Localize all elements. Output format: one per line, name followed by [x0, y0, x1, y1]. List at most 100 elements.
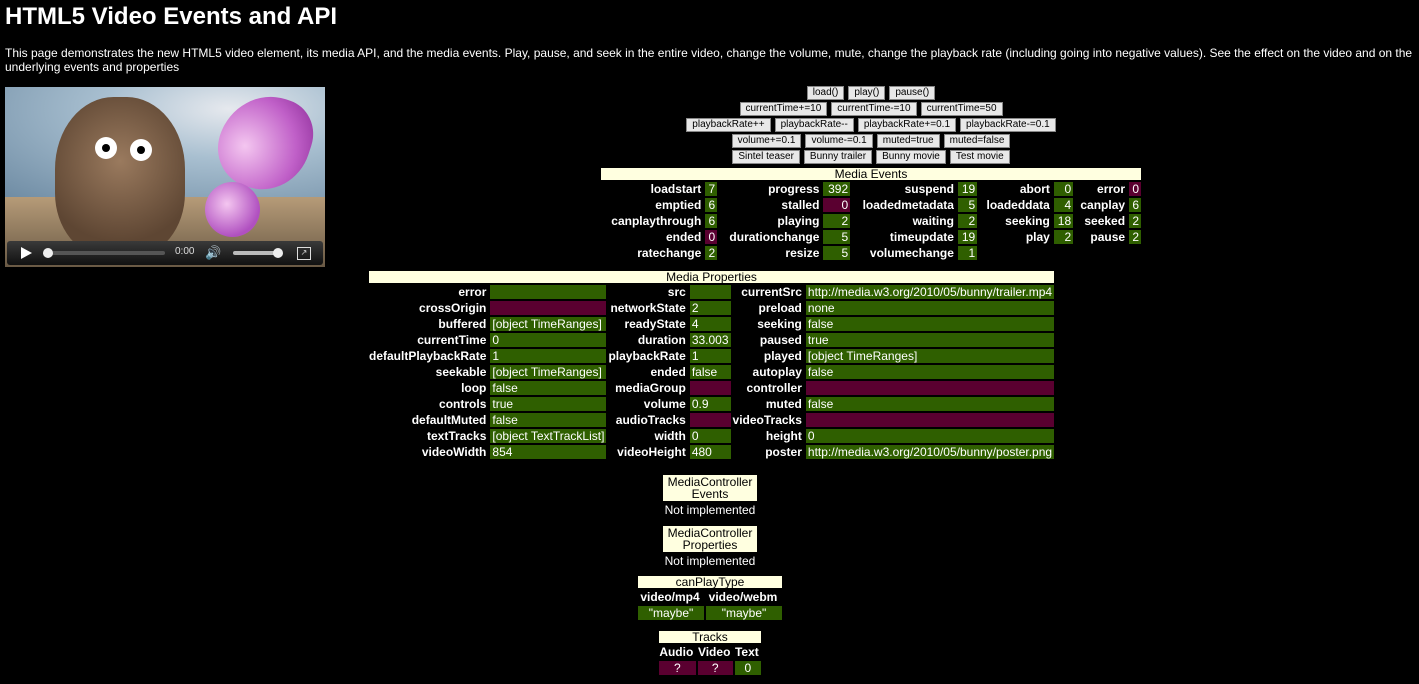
- playbackrate-button[interactable]: playbackRate++: [686, 118, 771, 132]
- property-value-texttracks: [object TextTrackList]: [490, 429, 607, 443]
- property-label-controls: controls: [439, 397, 487, 411]
- currenttime-50-button[interactable]: currentTime=50: [920, 102, 1003, 116]
- test-movie-button[interactable]: Test movie: [949, 150, 1010, 164]
- volume-handle[interactable]: [273, 248, 283, 258]
- event-label-stalled: stalled: [781, 198, 820, 212]
- property-label-videotracks: videoTracks: [732, 413, 802, 427]
- video-frame-character: [55, 97, 185, 257]
- canplaytype-value: "maybe": [705, 606, 782, 620]
- tracks-value: ?: [697, 661, 733, 675]
- property-value-controls: true: [490, 397, 607, 411]
- mediacontroller-properties-header: MediaController Properties: [663, 526, 757, 552]
- property-value-currentsrc: http://media.w3.org/2010/05/bunny/traile…: [805, 285, 1055, 299]
- property-label-controller: controller: [746, 381, 802, 395]
- tracks-value: 0: [734, 661, 761, 675]
- property-label-mediagroup: mediaGroup: [615, 381, 686, 395]
- event-label-canplaythrough: canplaythrough: [611, 214, 702, 228]
- property-label-buffered: buffered: [438, 317, 487, 331]
- property-label-volume: volume: [643, 397, 686, 411]
- sintel-teaser-button[interactable]: Sintel teaser: [732, 150, 800, 164]
- playbackrate-0-1-button[interactable]: playbackRate+=0.1: [857, 118, 957, 132]
- property-value-controller: [805, 381, 1055, 395]
- property-label-currentsrc: currentSrc: [741, 285, 802, 299]
- property-value-readystate: 4: [689, 317, 731, 331]
- property-label-seekable: seekable: [435, 365, 487, 379]
- button-row: load() play() pause(): [600, 86, 1142, 101]
- canplaytype-label: video/mp4: [640, 590, 700, 604]
- event-count-volumechange: 1: [957, 246, 978, 260]
- currenttime-10-button[interactable]: currentTime+=10: [739, 102, 828, 116]
- button-row: Sintel teaser Bunny trailer Bunny movie Tes…: [600, 150, 1142, 165]
- event-label-progress: progress: [768, 182, 820, 196]
- event-label-seeked: seeked: [1084, 214, 1126, 228]
- volume-0-1-button[interactable]: volume+=0.1: [731, 134, 802, 148]
- mediacontroller-properties-table: MediaController Properties Not implement…: [661, 524, 759, 570]
- event-label-error: error: [1097, 182, 1126, 196]
- seek-handle[interactable]: [43, 248, 53, 258]
- tracks-value: ?: [659, 661, 696, 675]
- bunny-trailer-button[interactable]: Bunny trailer: [803, 150, 873, 164]
- property-value-muted: false: [805, 397, 1055, 411]
- property-value-ended: false: [689, 365, 731, 379]
- property-value-currenttime: 0: [490, 333, 607, 347]
- volume-0-1-button[interactable]: volume-=0.1: [805, 134, 873, 148]
- event-label-timeupdate: timeupdate: [889, 230, 954, 244]
- playbackrate-button[interactable]: playbackRate--: [774, 118, 854, 132]
- property-label-height: height: [765, 429, 802, 443]
- property-value-defaultplaybackrate: 1: [490, 349, 607, 363]
- event-count-emptied: 6: [705, 198, 718, 212]
- property-label-defaultplaybackrate: defaultPlaybackRate: [369, 349, 487, 363]
- event-count-play: 2: [1053, 230, 1074, 244]
- event-label-pause: pause: [1090, 230, 1126, 244]
- property-value-error: [490, 285, 607, 299]
- property-label-defaultmuted: defaultMuted: [411, 413, 487, 427]
- event-count-stalled: 0: [823, 198, 851, 212]
- tracks-header: Tracks: [659, 631, 761, 643]
- property-value-volume: 0.9: [689, 397, 731, 411]
- event-label-canplay: canplay: [1080, 198, 1126, 212]
- play-button[interactable]: play(): [848, 86, 886, 100]
- event-label-emptied: emptied: [655, 198, 702, 212]
- playbackrate-0-1-button[interactable]: playbackRate-=0.1: [960, 118, 1056, 132]
- muted-false-button[interactable]: muted=false: [943, 134, 1011, 148]
- button-row: playbackRate++ playbackRate-- playbackRate…: [600, 118, 1142, 133]
- canplaytype-header: canPlayType: [638, 576, 782, 588]
- property-value-played: [object TimeRanges]: [805, 349, 1055, 363]
- pause-button[interactable]: pause(): [889, 86, 936, 100]
- event-count-pause: 2: [1129, 230, 1141, 244]
- fullscreen-icon[interactable]: ↗: [297, 247, 311, 260]
- muted-true-button[interactable]: muted=true: [876, 134, 940, 148]
- property-value-mediagroup: [689, 381, 731, 395]
- volume-icon[interactable]: 🔊: [205, 245, 221, 261]
- property-label-error: error: [458, 285, 487, 299]
- property-label-playbackrate: playbackRate: [608, 349, 686, 363]
- property-value-loop: false: [490, 381, 607, 395]
- property-value-audiotracks: [689, 413, 731, 427]
- video-player[interactable]: 0:00 🔊 ↗: [5, 87, 325, 267]
- property-value-duration: 33.003: [689, 333, 731, 347]
- property-label-duration: duration: [637, 333, 686, 347]
- page-title: HTML5 Video Events and API: [5, 3, 338, 30]
- event-count-suspend: 19: [957, 182, 978, 196]
- video-controls: 0:00 🔊 ↗: [7, 241, 323, 265]
- media-properties-table: Media Properties error src currentSrc http:/…: [367, 269, 1056, 461]
- event-count-abort: 0: [1053, 182, 1074, 196]
- bunny-movie-button[interactable]: Bunny movie: [876, 150, 946, 164]
- play-icon[interactable]: [21, 247, 32, 259]
- media-events-header: Media Events: [601, 168, 1141, 180]
- button-row: volume+=0.1 volume-=0.1 muted=true muted=fa…: [600, 134, 1142, 149]
- seek-bar[interactable]: [45, 251, 165, 255]
- property-label-seeking: seeking: [757, 317, 802, 331]
- property-label-src: src: [667, 285, 686, 299]
- property-value-videowidth: 854: [490, 445, 607, 459]
- property-value-networkstate: 2: [689, 301, 731, 315]
- event-label-loadstart: loadstart: [650, 182, 702, 196]
- load-button[interactable]: load(): [806, 86, 845, 100]
- event-count-timeupdate: 19: [957, 230, 978, 244]
- currenttime-10-button[interactable]: currentTime-=10: [831, 102, 917, 116]
- event-label-loadeddata: loadeddata: [986, 198, 1050, 212]
- property-label-played: played: [763, 349, 802, 363]
- event-label-seeking: seeking: [1005, 214, 1050, 228]
- event-label-suspend: suspend: [904, 182, 954, 196]
- property-label-videoheight: videoHeight: [617, 445, 686, 459]
